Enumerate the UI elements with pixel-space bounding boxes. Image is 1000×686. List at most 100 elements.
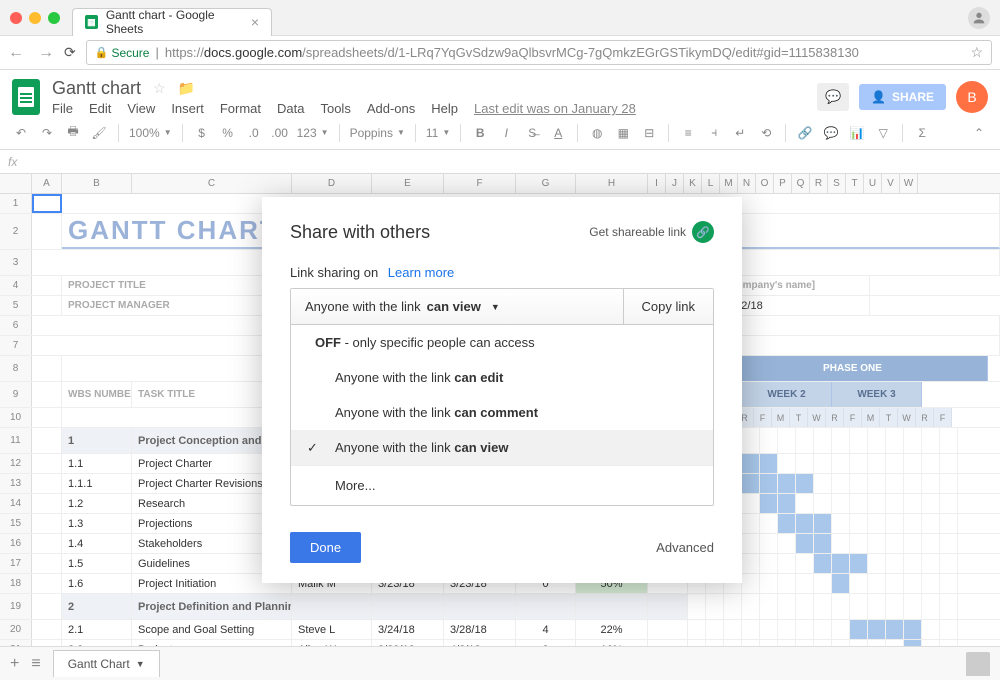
gantt-cell[interactable] <box>940 474 958 493</box>
bold-icon[interactable]: B <box>471 126 489 140</box>
gantt-cell[interactable] <box>904 494 922 513</box>
cell[interactable]: T <box>880 408 898 427</box>
format-dropdown[interactable]: 123▼ <box>297 126 329 140</box>
reload-icon[interactable]: ⟳ <box>64 44 76 61</box>
gantt-cell[interactable] <box>796 534 814 553</box>
gantt-cell[interactable] <box>922 514 940 533</box>
folder-icon[interactable]: 📁 <box>178 80 195 97</box>
column-header[interactable]: L <box>702 174 720 193</box>
gantt-cell[interactable] <box>832 620 850 639</box>
column-header[interactable]: O <box>756 174 774 193</box>
select-all-corner[interactable] <box>0 174 32 193</box>
percent-icon[interactable]: % <box>219 126 237 140</box>
gantt-cell[interactable] <box>922 494 940 513</box>
gantt-cell[interactable] <box>778 454 796 473</box>
cell[interactable]: 2.1 <box>62 620 132 639</box>
column-header[interactable]: Q <box>792 174 810 193</box>
gantt-cell[interactable] <box>778 474 796 493</box>
comment-icon[interactable]: 💬 <box>822 126 840 140</box>
gantt-cell[interactable] <box>886 474 904 493</box>
gantt-cell[interactable] <box>796 428 814 453</box>
cell[interactable]: R <box>916 408 934 427</box>
cell[interactable] <box>444 594 516 619</box>
gantt-cell[interactable] <box>760 514 778 533</box>
gantt-cell[interactable] <box>706 620 724 639</box>
gantt-cell[interactable] <box>760 574 778 593</box>
copy-link-button[interactable]: Copy link <box>624 289 713 324</box>
gantt-cell[interactable] <box>742 594 760 619</box>
gantt-cell[interactable] <box>850 574 868 593</box>
cell[interactable]: 3/28/18 <box>444 620 516 639</box>
maximize-window-icon[interactable] <box>48 12 60 24</box>
menu-view[interactable]: View <box>127 101 155 116</box>
back-icon[interactable]: ← <box>8 44 24 62</box>
cell[interactable]: F <box>844 408 862 427</box>
cell[interactable] <box>32 534 62 553</box>
explore-icon[interactable] <box>966 652 990 676</box>
column-header[interactable]: U <box>864 174 882 193</box>
gantt-cell[interactable] <box>922 554 940 573</box>
gantt-cell[interactable] <box>832 594 850 619</box>
gantt-cell[interactable] <box>760 474 778 493</box>
cell[interactable]: F <box>934 408 952 427</box>
row-header[interactable]: 17 <box>0 554 32 573</box>
gantt-cell[interactable] <box>904 454 922 473</box>
gantt-cell[interactable] <box>922 594 940 619</box>
borders-icon[interactable]: ▦ <box>614 126 632 140</box>
row-header[interactable]: 19 <box>0 594 32 619</box>
gantt-cell[interactable] <box>904 514 922 533</box>
gantt-cell[interactable] <box>886 594 904 619</box>
currency-icon[interactable]: $ <box>193 126 211 140</box>
collapse-icon[interactable]: ⌃ <box>970 126 988 140</box>
gantt-cell[interactable] <box>796 594 814 619</box>
row-header[interactable]: 9 <box>0 382 32 407</box>
cell[interactable] <box>32 408 62 427</box>
gantt-cell[interactable] <box>868 494 886 513</box>
menu-file[interactable]: File <box>52 101 73 116</box>
column-header[interactable]: C <box>132 174 292 193</box>
column-header[interactable]: E <box>372 174 444 193</box>
cell[interactable]: 1.6 <box>62 574 132 593</box>
cell[interactable]: M <box>862 408 880 427</box>
gantt-cell[interactable] <box>850 474 868 493</box>
cell[interactable]: WEEK 3 <box>832 382 922 407</box>
menu-tools[interactable]: Tools <box>320 101 350 116</box>
add-sheet-icon[interactable]: + <box>10 655 19 673</box>
cell[interactable]: 1.4 <box>62 534 132 553</box>
sheets-logo-icon[interactable] <box>12 79 40 115</box>
row-header[interactable]: 7 <box>0 336 32 355</box>
column-header[interactable]: M <box>720 174 738 193</box>
gantt-cell[interactable] <box>904 428 922 453</box>
gantt-cell[interactable] <box>832 428 850 453</box>
cell[interactable]: T <box>790 408 808 427</box>
column-header[interactable]: S <box>828 174 846 193</box>
gantt-cell[interactable] <box>850 554 868 573</box>
cell[interactable] <box>32 454 62 473</box>
gantt-cell[interactable] <box>742 428 760 453</box>
gantt-cell[interactable] <box>904 474 922 493</box>
filter-icon[interactable]: ▽ <box>874 126 892 140</box>
gantt-cell[interactable] <box>850 534 868 553</box>
close-window-icon[interactable] <box>10 12 22 24</box>
cell[interactable] <box>32 474 62 493</box>
get-shareable-link[interactable]: Get shareable link 🔗 <box>589 221 714 243</box>
gantt-cell[interactable] <box>904 554 922 573</box>
gantt-cell[interactable] <box>868 428 886 453</box>
sheet-tab[interactable]: Gantt Chart ▼ <box>53 650 160 677</box>
cell[interactable] <box>648 594 688 619</box>
functions-icon[interactable]: Σ <box>913 126 931 140</box>
cell[interactable]: W <box>898 408 916 427</box>
gantt-cell[interactable] <box>868 554 886 573</box>
gantt-cell[interactable] <box>940 554 958 573</box>
gantt-cell[interactable] <box>868 574 886 593</box>
gantt-cell[interactable] <box>778 574 796 593</box>
gantt-cell[interactable] <box>886 494 904 513</box>
gantt-cell[interactable] <box>886 534 904 553</box>
cell[interactable] <box>648 620 688 639</box>
gantt-cell[interactable] <box>868 594 886 619</box>
bookmark-star-icon[interactable]: ☆ <box>970 44 983 61</box>
permission-option-off[interactable]: OFF - only specific people can access <box>291 325 713 360</box>
row-header[interactable]: 15 <box>0 514 32 533</box>
gantt-cell[interactable] <box>796 494 814 513</box>
column-header[interactable]: B <box>62 174 132 193</box>
